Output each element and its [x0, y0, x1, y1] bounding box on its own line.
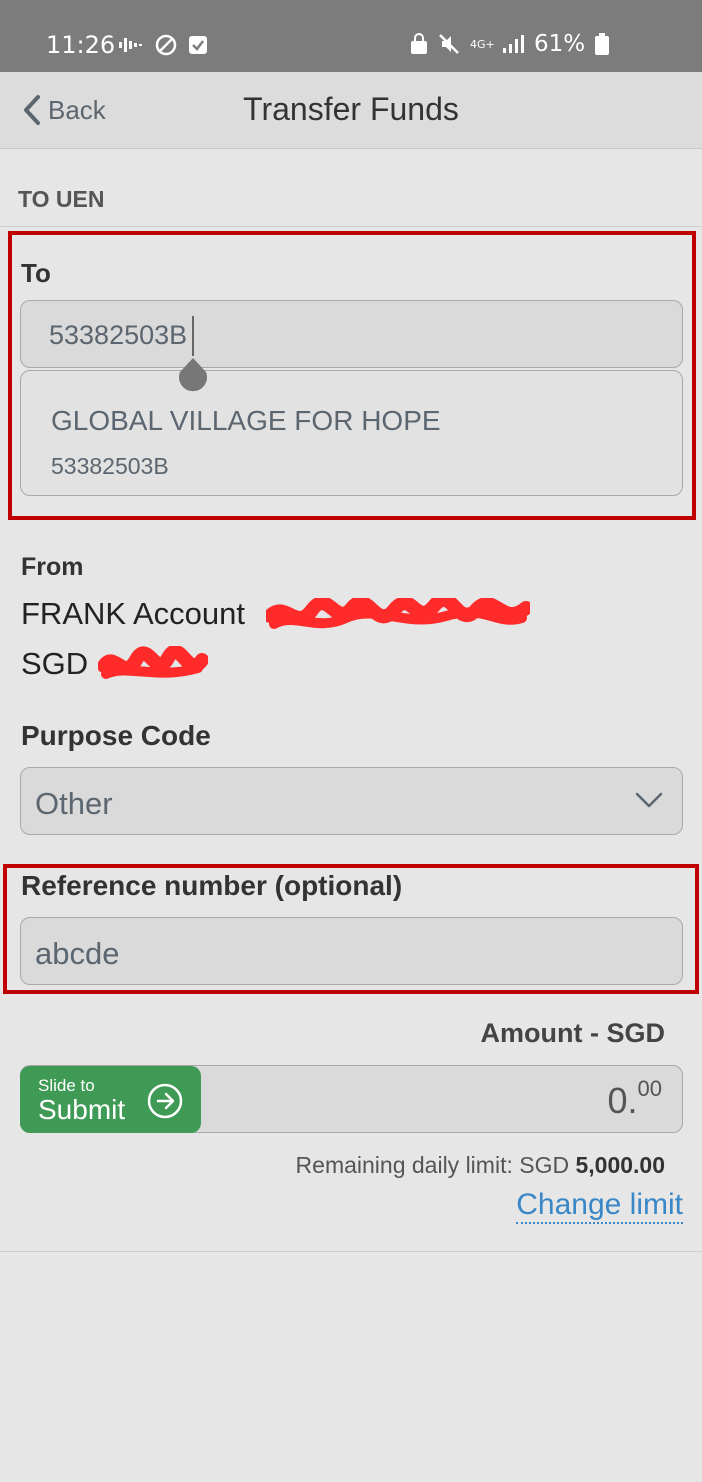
reference-input-value: abcde [35, 936, 120, 971]
content-bottom-divider [0, 1251, 702, 1252]
reference-input[interactable]: abcde [20, 917, 683, 985]
slide-small-label: Slide to [38, 1076, 95, 1095]
uen-suggestion[interactable]: GLOBAL VILLAGE FOR HOPE 53382503B [20, 370, 683, 496]
status-time: 11:26 [46, 31, 116, 59]
amount-decimal: 00 [637, 1076, 662, 1101]
no-data-icon [155, 34, 177, 56]
battery-percent: 61% [534, 31, 586, 57]
slide-to-submit-button[interactable]: Slide to Submit [20, 1066, 201, 1133]
lock-notification-icon [411, 33, 427, 54]
purpose-select-value: Other [35, 786, 113, 821]
redaction-scribble-balance [98, 646, 208, 679]
page-title: Transfer Funds [243, 91, 459, 127]
suggestion-id: 53382503B [51, 453, 169, 479]
to-input[interactable]: 53382503B [20, 300, 683, 368]
status-right-icons: 4G+ 61% [410, 31, 610, 57]
reference-label: Reference number (optional) [21, 870, 403, 901]
purpose-select[interactable]: Other [20, 767, 683, 835]
slide-big-label: Submit [38, 1094, 126, 1125]
change-limit-link[interactable]: Change limit [516, 1188, 683, 1224]
daily-limit-prefix: Remaining daily limit: SGD [295, 1152, 576, 1178]
amount-label: Amount - SGD [480, 1018, 665, 1048]
checkbox-notification-icon [189, 36, 207, 54]
battery-icon [595, 33, 610, 55]
redaction-scribble [266, 598, 530, 629]
suggestion-name: GLOBAL VILLAGE FOR HOPE [51, 405, 441, 436]
chevron-down-icon [635, 792, 663, 808]
daily-limit-amount: 5,000.00 [575, 1152, 665, 1178]
to-label: To [21, 258, 51, 288]
amount-whole: 0. [607, 1080, 638, 1121]
section-title: TO UEN [18, 186, 105, 212]
amount-value: 0.00 [607, 1076, 662, 1122]
arrow-right-circle-icon [147, 1083, 183, 1119]
signal-icon [503, 35, 524, 53]
status-left-icons [118, 33, 208, 57]
from-currency: SGD [21, 646, 89, 681]
from-label: From [21, 553, 84, 581]
status-bar: 11:26 4G+ 61% [0, 0, 702, 72]
network-type: 4G+ [470, 37, 495, 51]
to-input-value: 53382503B [49, 320, 188, 350]
from-account: FRANK Account [21, 596, 245, 631]
daily-limit-text: Remaining daily limit: SGD 5,000.00 [296, 1152, 665, 1179]
nav-bar: Back Transfer Funds [0, 72, 702, 149]
mute-icon [439, 34, 459, 54]
purpose-label: Purpose Code [21, 720, 211, 751]
section-divider [0, 226, 702, 227]
cursor-handle-icon[interactable] [176, 358, 210, 392]
voice-icon [119, 38, 142, 52]
text-cursor [192, 316, 194, 356]
